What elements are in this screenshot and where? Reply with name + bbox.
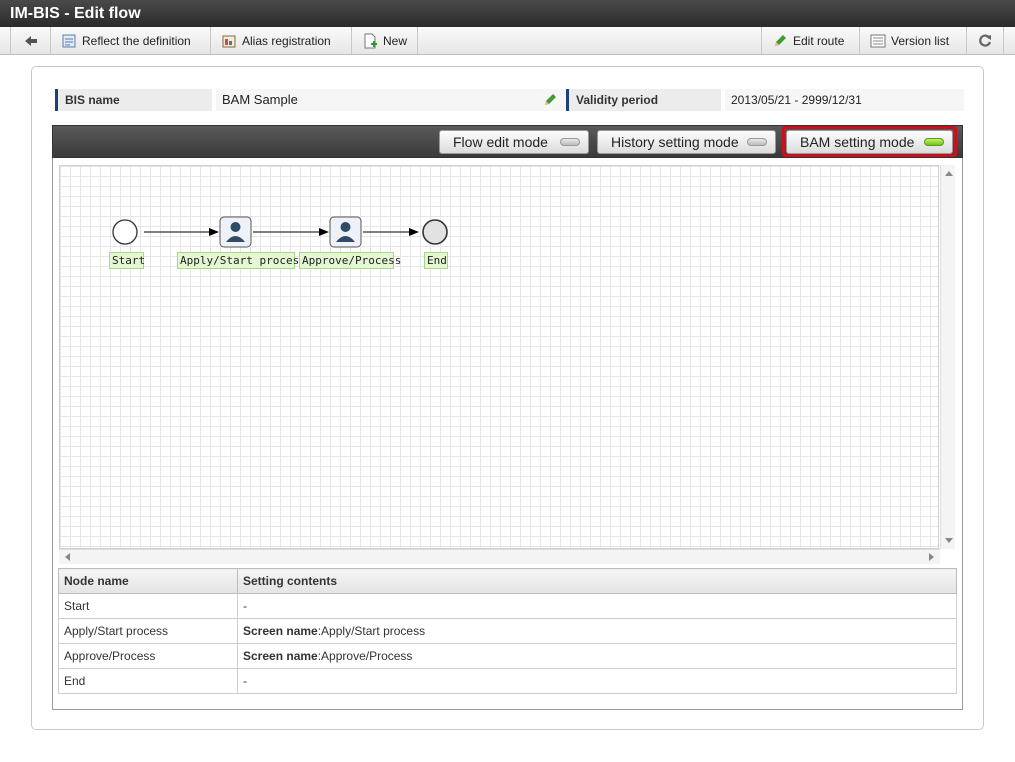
back-arrow-icon [23,33,39,49]
mode-bar: Flow edit mode History setting mode BAM … [52,125,963,158]
edit-route-label: Edit route [793,33,845,48]
alias-icon [221,33,237,49]
history-setting-mode-indicator [747,138,767,146]
bis-name-value-container: BAM Sample [216,89,566,111]
setting-contents-cell: Screen name:Approve/Process [237,643,957,669]
node-label-start: Start [109,252,145,269]
end-node[interactable] [422,219,448,245]
node-name-cell: Approve/Process [58,643,238,669]
node-label-end: End [424,252,448,269]
node-label-apply-start: Apply/Start process [177,252,306,269]
node-name-cell: Apply/Start process [58,618,238,644]
alias-label: Alias registration [242,33,331,48]
approve-process-node[interactable] [329,216,362,248]
bam-setting-mode-label: BAM setting mode [800,134,915,150]
setting-value: :Apply/Start process [317,624,426,638]
scroll-right-icon[interactable] [929,553,934,561]
node-settings-table: Node name Setting contents Start - Apply… [58,568,957,694]
bam-setting-mode-indicator [924,138,944,146]
flow-edit-mode-label: Flow edit mode [453,134,548,150]
bis-info-row: BIS name BAM Sample Validity period 2013… [55,88,964,112]
version-list-button[interactable]: Version list [859,27,966,54]
table-row[interactable]: Approve/Process Screen name:Approve/Proc… [58,643,957,669]
table-row[interactable]: Start - [58,593,957,619]
validity-period-value: 2013/05/21 - 2999/12/31 [725,89,964,111]
toolbar: Reflect the definition Alias registratio… [0,27,1015,55]
scroll-down-icon[interactable] [945,538,953,543]
refresh-icon [977,33,993,49]
flow-edit-mode-button[interactable]: Flow edit mode [439,130,589,154]
alias-registration-button[interactable]: Alias registration [210,27,351,54]
reflect-definition-button[interactable]: Reflect the definition [50,27,210,54]
table-row[interactable]: Apply/Start process Screen name:Apply/St… [58,618,957,644]
pencil-icon [772,33,788,49]
column-header-node-name: Node name [58,568,238,594]
window-title: IM-BIS - Edit flow [0,0,1015,27]
flow-edit-mode-indicator [560,138,580,146]
version-list-label: Version list [891,33,950,48]
setting-value: - [243,599,247,613]
setting-contents-cell: - [237,593,957,619]
setting-value: - [243,674,247,688]
start-node[interactable] [112,219,138,245]
reflect-label: Reflect the definition [82,33,191,48]
flow-diagram [112,216,448,248]
edit-name-pencil-icon[interactable] [542,92,558,108]
setting-contents-cell: - [237,668,957,694]
refresh-button[interactable] [966,27,1004,54]
new-label: New [383,33,408,48]
bam-setting-mode-button[interactable]: BAM setting mode [786,130,953,154]
list-icon [870,33,886,49]
table-header-row: Node name Setting contents [58,568,957,594]
validity-period-label: Validity period [566,89,721,111]
edit-route-button[interactable]: Edit route [761,27,859,54]
history-setting-mode-button[interactable]: History setting mode [597,130,776,154]
new-button[interactable]: New [351,27,418,54]
node-name-cell: Start [58,593,238,619]
apply-start-process-node[interactable] [219,216,252,248]
reflect-icon [61,33,77,49]
node-label-approve: Approve/Process [299,252,401,269]
history-setting-mode-label: History setting mode [611,134,739,150]
flow-canvas[interactable]: Start Apply/Start process Approve/Proces… [59,165,939,549]
setting-value: :Approve/Process [317,649,413,663]
back-button[interactable] [10,27,50,54]
bis-name-label: BIS name [55,89,212,111]
scroll-up-icon[interactable] [945,171,953,176]
setting-contents-cell: Screen name:Apply/Start process [237,618,957,644]
column-header-setting-contents: Setting contents [237,568,957,594]
setting-key: Screen name [243,649,318,663]
scroll-left-icon[interactable] [65,553,70,561]
horizontal-scrollbar[interactable] [59,549,940,564]
new-document-icon [362,33,378,49]
node-name-cell: End [58,668,238,694]
table-row[interactable]: End - [58,668,957,694]
bis-name-value: BAM Sample [222,92,298,107]
setting-key: Screen name [243,624,318,638]
vertical-scrollbar[interactable] [940,165,955,549]
